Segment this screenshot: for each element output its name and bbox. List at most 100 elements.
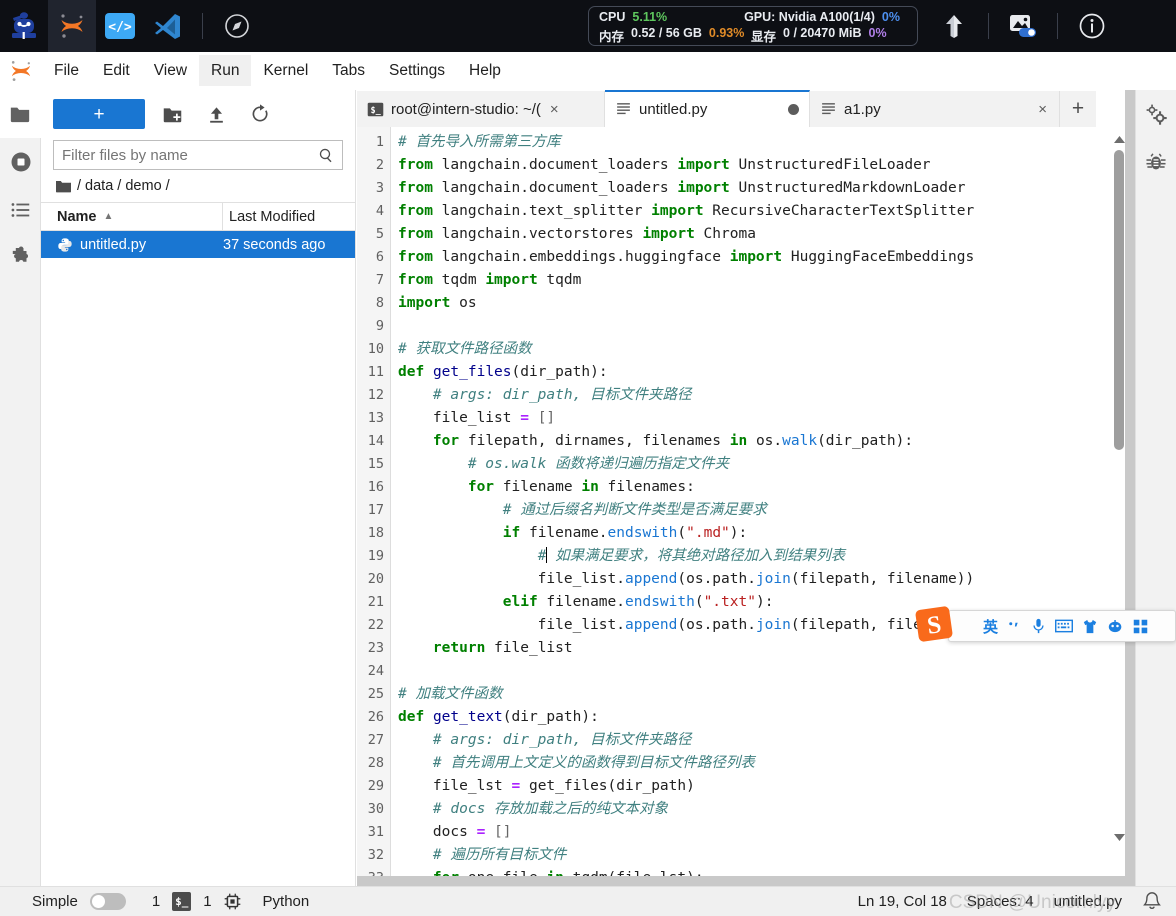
code-line[interactable]: file_list.append(os.path.join(filepath, …: [391, 568, 1135, 591]
sogou-logo-icon[interactable]: S: [913, 602, 957, 646]
filter-files-input[interactable]: [62, 146, 318, 164]
code-line[interactable]: # 遍历所有目标文件: [391, 844, 1135, 867]
cursor-position[interactable]: Ln 19, Col 18: [858, 893, 947, 910]
file-list-item-untitled-py[interactable]: untitled.py 37 seconds ago: [41, 231, 355, 258]
line-number: 29: [367, 778, 384, 794]
sidebar-item-file-browser[interactable]: [0, 90, 41, 138]
line-number: 23: [367, 640, 384, 656]
upload-arrow-icon[interactable]: [930, 0, 978, 52]
menu-run[interactable]: Run: [199, 54, 252, 87]
tab-dirty-indicator[interactable]: [788, 104, 799, 115]
tab-a1-py[interactable]: a1.py ×: [810, 91, 1060, 127]
sidebar-item-toc[interactable]: [0, 186, 41, 234]
sidebar-item-debugger[interactable]: [1136, 138, 1176, 186]
new-folder-button[interactable]: [155, 99, 189, 129]
editor-horizontal-scrollbar[interactable]: [357, 876, 1125, 886]
intern-studio-logo-icon[interactable]: [0, 0, 48, 52]
code-line[interactable]: # 首先调用上文定义的函数得到目标文件路径列表: [391, 752, 1135, 775]
image-toggle-icon[interactable]: [999, 0, 1047, 52]
code-line[interactable]: # 如果满足要求，将其绝对路径加入到结果列表: [391, 545, 1135, 568]
menu-edit[interactable]: Edit: [91, 55, 142, 87]
info-icon[interactable]: [1068, 0, 1116, 52]
tab-terminal[interactable]: $_ root@intern-studio: ~/( ×: [357, 91, 605, 127]
code-line[interactable]: # args: dir_path, 目标文件夹路径: [391, 384, 1135, 407]
keyboard-icon[interactable]: [1055, 619, 1074, 633]
code-token: =: [476, 824, 486, 840]
code-token: import: [677, 180, 730, 196]
menu-settings[interactable]: Settings: [377, 55, 457, 87]
compass-icon[interactable]: [213, 0, 261, 52]
line-number: 28: [367, 755, 384, 771]
code-line[interactable]: from langchain.document_loaders import U…: [391, 154, 1135, 177]
tab-a1-py-close-icon[interactable]: ×: [1036, 101, 1049, 118]
line-number: 22: [367, 617, 384, 633]
menu-help[interactable]: Help: [457, 55, 513, 87]
kernel-chip-icon[interactable]: [224, 893, 241, 910]
column-header-name[interactable]: Name ▲: [41, 203, 223, 230]
code-line[interactable]: from tqdm import tqdm: [391, 269, 1135, 292]
vertical-scroll-track[interactable]: [1114, 150, 1124, 824]
vram-value: 0 / 20470 MiB: [783, 25, 862, 40]
code-line[interactable]: from langchain.text_splitter import Recu…: [391, 200, 1135, 223]
dock-right-scroll-edge[interactable]: [1125, 90, 1135, 886]
emoji-face-icon[interactable]: [1107, 619, 1124, 633]
simple-mode-toggle[interactable]: [89, 893, 126, 910]
code-server-icon[interactable]: </>: [96, 0, 144, 52]
menu-tabs[interactable]: Tabs: [320, 55, 377, 87]
kernel-name[interactable]: Python: [263, 893, 310, 910]
vscode-icon[interactable]: [144, 0, 192, 52]
code-line[interactable]: def get_files(dir_path):: [391, 361, 1135, 384]
new-tab-button[interactable]: +: [1060, 91, 1096, 127]
code-line[interactable]: for filepath, dirnames, filenames in os.…: [391, 430, 1135, 453]
code-token: UnstructuredFileLoader: [729, 157, 931, 173]
code-editor[interactable]: 1 2 3 4 5 6 7 8 9 10 11 12 13 14 15 16 17 18 19 20 21 22 23 24 2…: [357, 127, 1135, 886]
code-line[interactable]: def get_text(dir_path):: [391, 706, 1135, 729]
code-line[interactable]: # 加载文件函数: [391, 683, 1135, 706]
code-line[interactable]: file_lst = get_files(dir_path): [391, 775, 1135, 798]
code-line[interactable]: import os: [391, 292, 1135, 315]
tab-terminal-close-icon[interactable]: ×: [548, 101, 561, 118]
memory-label: 内存: [599, 29, 625, 44]
code-line[interactable]: for filename in filenames:: [391, 476, 1135, 499]
code-line[interactable]: [391, 660, 1135, 683]
microphone-icon[interactable]: [1031, 618, 1046, 634]
tab-untitled-py[interactable]: untitled.py: [605, 90, 810, 127]
folder-icon: [56, 180, 71, 192]
code-line[interactable]: if filename.endswith(".md"):: [391, 522, 1135, 545]
code-line[interactable]: # os.walk 函数将递归遍历指定文件夹: [391, 453, 1135, 476]
ime-mode-label[interactable]: 英: [983, 616, 998, 637]
code-line[interactable]: from langchain.embeddings.huggingface im…: [391, 246, 1135, 269]
sidebar-item-running[interactable]: [0, 138, 41, 186]
sidebar-item-extensions[interactable]: [0, 234, 41, 282]
code-line[interactable]: # 通过后缀名判断文件类型是否满足要求: [391, 499, 1135, 522]
code-line[interactable]: from langchain.vectorstores import Chrom…: [391, 223, 1135, 246]
file-filter-box[interactable]: [53, 140, 343, 170]
indent-spaces[interactable]: Spaces: 4: [967, 893, 1034, 910]
menu-file[interactable]: File: [42, 55, 91, 87]
bell-icon[interactable]: [1142, 891, 1162, 912]
punctuation-icon[interactable]: [1007, 619, 1022, 634]
code-line[interactable]: # 首先导入所需第三方库: [391, 131, 1135, 154]
refresh-button[interactable]: [243, 99, 277, 129]
toolbox-grid-icon[interactable]: [1133, 619, 1148, 634]
code-line[interactable]: # 获取文件路径函数: [391, 338, 1135, 361]
menu-kernel[interactable]: Kernel: [251, 55, 320, 87]
breadcrumb[interactable]: / data / demo /: [41, 170, 355, 202]
jupyter-logo-icon[interactable]: [48, 0, 96, 52]
vertical-scroll-thumb[interactable]: [1114, 150, 1124, 450]
code-line[interactable]: from langchain.document_loaders import U…: [391, 177, 1135, 200]
code-line[interactable]: file_list = []: [391, 407, 1135, 430]
upload-files-button[interactable]: [199, 99, 233, 129]
code-line[interactable]: [391, 315, 1135, 338]
sidebar-item-property-inspector[interactable]: [1136, 90, 1176, 138]
column-header-modified[interactable]: Last Modified: [223, 209, 355, 225]
new-launcher-button[interactable]: +: [53, 99, 145, 129]
menu-view[interactable]: View: [142, 55, 199, 87]
code-content-area[interactable]: # 首先导入所需第三方库 from langchain.document_load…: [391, 127, 1135, 886]
code-line[interactable]: # args: dir_path, 目标文件夹路径: [391, 729, 1135, 752]
code-line[interactable]: # docs 存放加载之后的纯文本对象: [391, 798, 1135, 821]
code-line[interactable]: docs = []: [391, 821, 1135, 844]
terminal-icon[interactable]: $_: [172, 892, 192, 911]
sogou-ime-toolbar[interactable]: 英: [948, 610, 1176, 642]
skin-shirt-icon[interactable]: [1082, 619, 1098, 634]
